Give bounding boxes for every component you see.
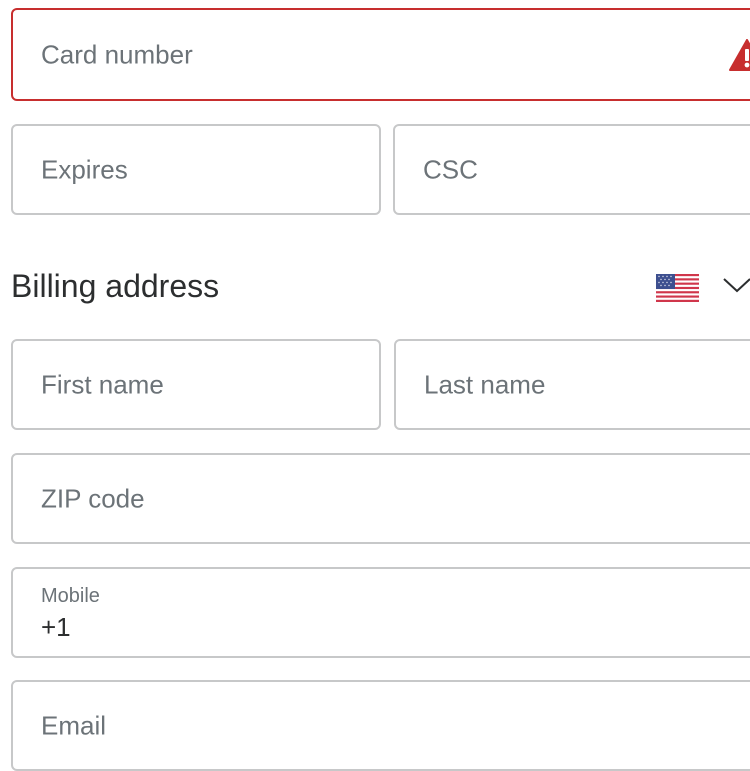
last-name-field[interactable]: Last name [394, 339, 750, 430]
first-name-placeholder: First name [41, 369, 164, 399]
expires-placeholder: Expires [41, 154, 128, 184]
warning-icon [729, 38, 750, 71]
csc-field[interactable]: CSC [393, 124, 750, 215]
csc-placeholder: CSC [423, 154, 478, 184]
last-name-placeholder: Last name [424, 369, 546, 399]
expires-field[interactable]: Expires [11, 124, 381, 215]
mobile-label: Mobile [41, 585, 100, 607]
email-field[interactable]: Email [11, 680, 750, 771]
card-number-placeholder: Card number [41, 39, 193, 69]
billing-address-heading: Billing address [11, 268, 220, 304]
email-placeholder: Email [41, 710, 107, 740]
us-flag-icon [656, 274, 699, 302]
zip-code-placeholder: ZIP code [41, 483, 145, 513]
mobile-country-code: +1 [41, 612, 71, 642]
country-selector[interactable] [652, 266, 750, 310]
first-name-field[interactable]: First name [11, 339, 381, 430]
mobile-field[interactable]: Mobile +1 [11, 567, 750, 658]
zip-code-field[interactable]: ZIP code [11, 453, 750, 544]
card-number-field[interactable]: Card number [11, 8, 750, 101]
chevron-down-icon [723, 278, 750, 293]
